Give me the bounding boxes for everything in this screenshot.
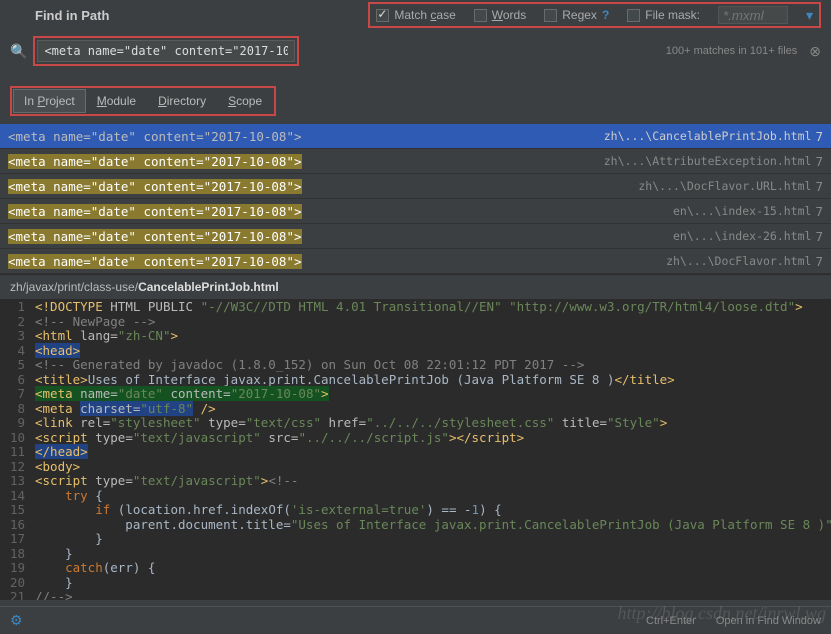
- dialog-title: Find in Path: [35, 8, 109, 23]
- match-case-option[interactable]: Match case: [376, 8, 455, 22]
- hint-shortcut: Ctrl+Enter: [646, 615, 696, 627]
- result-count: 7: [815, 179, 823, 194]
- code-line: 16 parent.document.title="Uses of Interf…: [0, 518, 831, 533]
- preview-file-path: zh/javax/print/class-use/CancelablePrint…: [0, 274, 831, 300]
- result-row[interactable]: <meta name="date" content="2017-10-08">e…: [0, 224, 831, 249]
- result-count: 7: [815, 154, 823, 169]
- tab-module[interactable]: Module: [86, 89, 147, 113]
- gear-icon[interactable]: ⚙: [10, 612, 23, 629]
- code-line: 21//-->: [0, 590, 831, 600]
- regex-help-icon[interactable]: ?: [602, 8, 609, 22]
- code-line: 6<title>Uses of Interface javax.print.Ca…: [0, 373, 831, 388]
- code-line: 18 }: [0, 547, 831, 562]
- line-number: 8: [0, 402, 35, 417]
- line-number: 18: [0, 547, 35, 562]
- matches-count-label: 100+ matches in 101+ files: [666, 45, 797, 57]
- code-line: 14 try {: [0, 489, 831, 504]
- result-row[interactable]: <meta name="date" content="2017-10-08">z…: [0, 249, 831, 274]
- line-number: 19: [0, 561, 35, 576]
- result-path: en\...\index-26.html: [673, 229, 811, 243]
- search-input[interactable]: [37, 40, 295, 62]
- search-options: Match case Words Regex? File mask: ▾: [368, 2, 821, 28]
- code-line: 9<link rel="stylesheet" type="text/css" …: [0, 416, 831, 431]
- line-number: 12: [0, 460, 35, 475]
- line-number: 7: [0, 387, 35, 402]
- code-line: 12<body>: [0, 460, 831, 475]
- code-line: 15 if (location.href.indexOf('is-externa…: [0, 503, 831, 518]
- result-count: 7: [815, 254, 823, 269]
- line-number: 15: [0, 503, 35, 518]
- clear-search-icon[interactable]: ⊗: [809, 43, 821, 60]
- code-line: 1<!DOCTYPE HTML PUBLIC "-//W3C//DTD HTML…: [0, 300, 831, 315]
- result-row[interactable]: <meta name="date" content="2017-10-08">e…: [0, 199, 831, 224]
- code-preview[interactable]: 1<!DOCTYPE HTML PUBLIC "-//W3C//DTD HTML…: [0, 300, 831, 600]
- file-mask-input[interactable]: [718, 6, 788, 24]
- result-count: 7: [815, 204, 823, 219]
- scope-tabs: In Project Module Directory Scope: [10, 86, 276, 116]
- regex-checkbox[interactable]: [544, 9, 557, 22]
- line-number: 17: [0, 532, 35, 547]
- results-list: <meta name="date" content="2017-10-08">z…: [0, 124, 831, 274]
- file-mask-checkbox[interactable]: [627, 9, 640, 22]
- line-number: 11: [0, 445, 35, 460]
- result-path: zh\...\CancelablePrintJob.html: [604, 129, 812, 143]
- result-path: zh\...\AttributeException.html: [604, 154, 812, 168]
- tab-scope[interactable]: Scope: [217, 89, 273, 113]
- code-line: 11</head>: [0, 445, 831, 460]
- code-line: 13<script type="text/javascript"><!--: [0, 474, 831, 489]
- line-number: 5: [0, 358, 35, 373]
- code-line: 2<!-- NewPage -->: [0, 315, 831, 330]
- line-number: 2: [0, 315, 35, 330]
- code-line: 4<head>: [0, 344, 831, 359]
- match-case-checkbox[interactable]: [376, 9, 389, 22]
- line-number: 10: [0, 431, 35, 446]
- file-mask-option[interactable]: File mask:: [627, 8, 700, 22]
- line-number: 4: [0, 344, 35, 359]
- code-line: 17 }: [0, 532, 831, 547]
- result-count: 7: [815, 129, 823, 144]
- line-number: 3: [0, 329, 35, 344]
- words-checkbox[interactable]: [474, 9, 487, 22]
- result-count: 7: [815, 229, 823, 244]
- line-number: 9: [0, 416, 35, 431]
- line-number: 14: [0, 489, 35, 504]
- code-line: 7<meta name="date" content="2017-10-08">: [0, 387, 831, 402]
- result-path: en\...\index-15.html: [673, 204, 811, 218]
- line-number: 13: [0, 474, 35, 489]
- footer-bar: ⚙ Ctrl+Enter Open in Find Window: [0, 606, 831, 634]
- result-row[interactable]: <meta name="date" content="2017-10-08">z…: [0, 124, 831, 149]
- code-line: 19 catch(err) {: [0, 561, 831, 576]
- result-row[interactable]: <meta name="date" content="2017-10-08">z…: [0, 174, 831, 199]
- result-row[interactable]: <meta name="date" content="2017-10-08">z…: [0, 149, 831, 174]
- line-number: 16: [0, 518, 35, 533]
- filter-icon[interactable]: ▾: [806, 7, 813, 24]
- line-number: 1: [0, 300, 35, 315]
- code-line: 8<meta charset="utf-8" />: [0, 402, 831, 417]
- search-icon: 🔍: [10, 43, 27, 60]
- words-option[interactable]: Words: [474, 8, 526, 22]
- hint-action[interactable]: Open in Find Window: [716, 615, 821, 627]
- tab-directory[interactable]: Directory: [147, 89, 217, 113]
- line-number: 21: [0, 590, 35, 600]
- line-number: 6: [0, 373, 35, 388]
- tab-in-project[interactable]: In Project: [13, 89, 86, 113]
- result-path: zh\...\DocFlavor.html: [666, 254, 811, 268]
- line-number: 20: [0, 576, 35, 591]
- result-path: zh\...\DocFlavor.URL.html: [638, 179, 811, 193]
- code-line: 20 }: [0, 576, 831, 591]
- regex-option[interactable]: Regex?: [544, 8, 609, 22]
- code-line: 3<html lang="zh-CN">: [0, 329, 831, 344]
- code-line: 5<!-- Generated by javadoc (1.8.0_152) o…: [0, 358, 831, 373]
- code-line: 10<script type="text/javascript" src="..…: [0, 431, 831, 446]
